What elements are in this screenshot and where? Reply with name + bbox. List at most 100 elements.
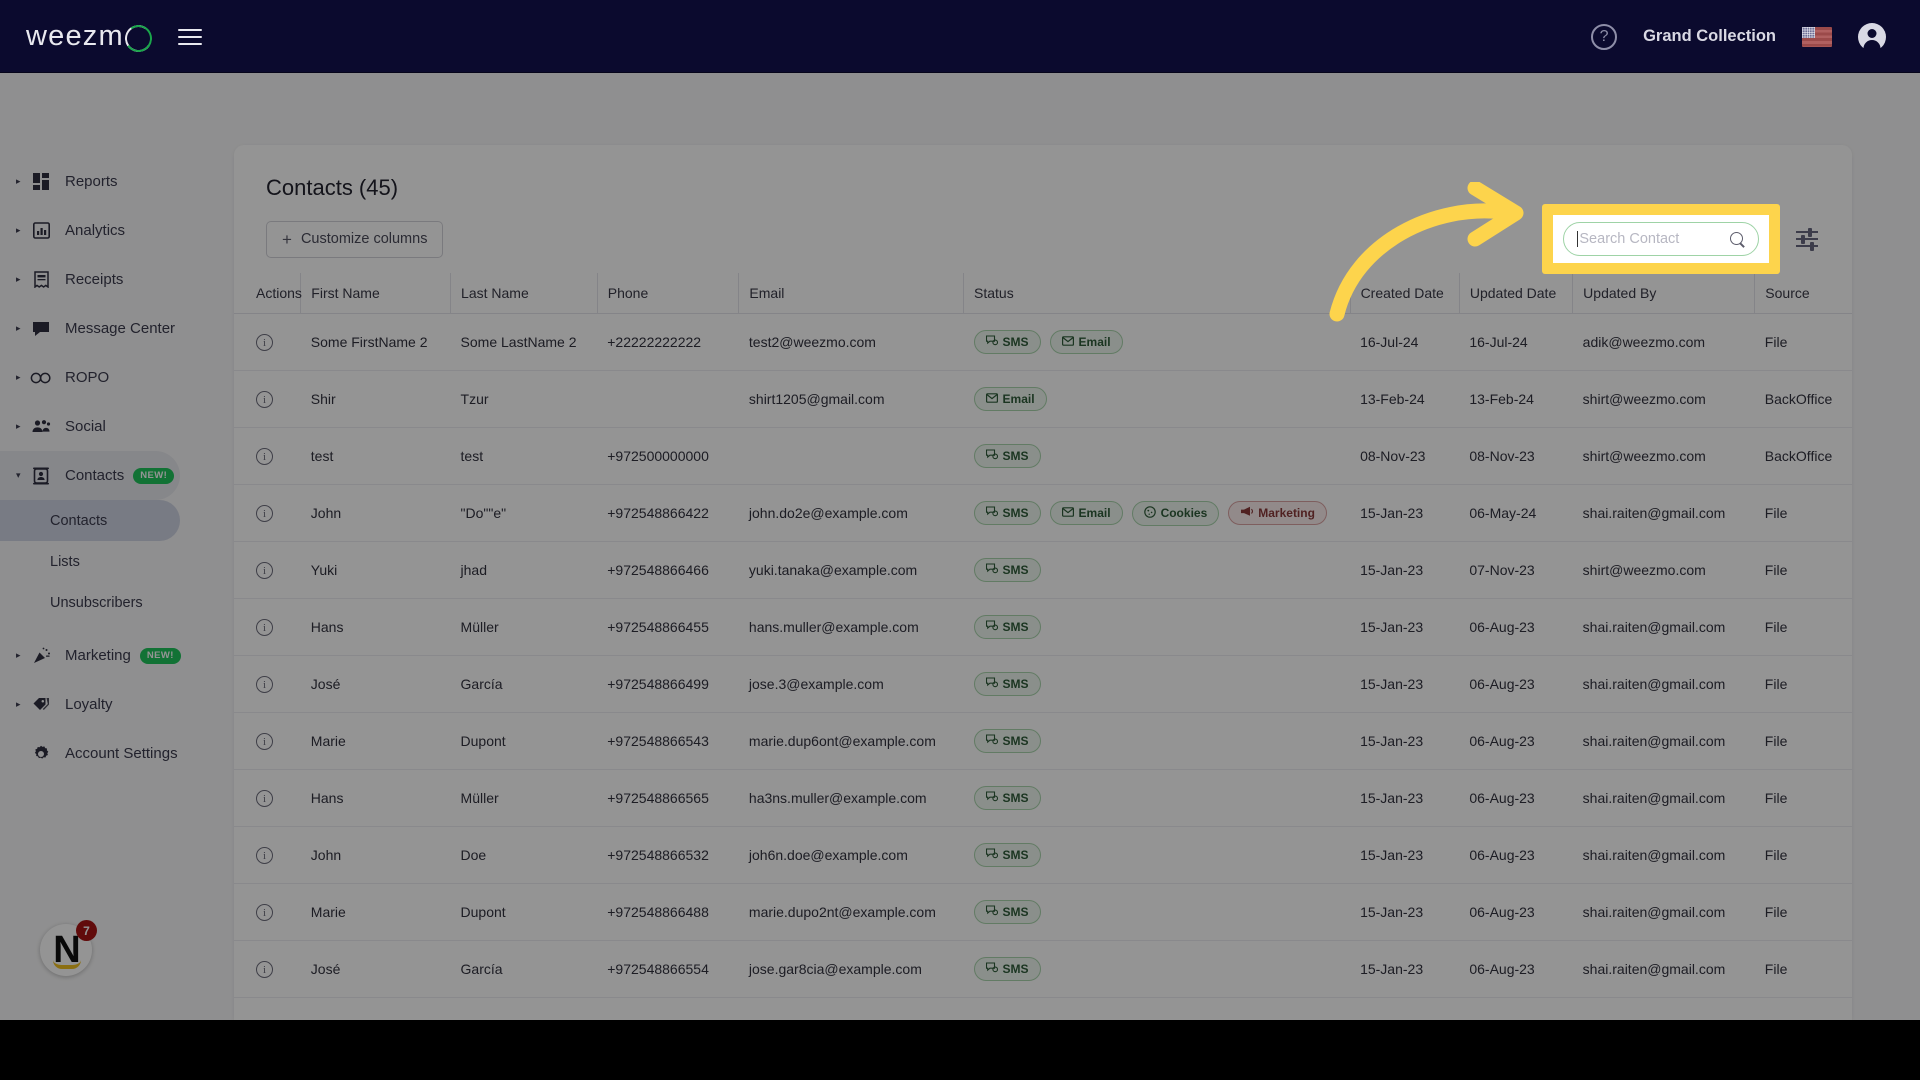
table-row[interactable]: i test test +972500000000 SMS 08-Nov-23 08-Nov… <box>234 427 1852 485</box>
cell-first-name: José <box>300 940 451 998</box>
notification-count-badge: 7 <box>76 920 97 941</box>
table-row[interactable]: i Hans Müller +972548866455 hans.muller@exam… <box>234 598 1852 656</box>
status-badge-sms: SMS <box>973 672 1041 696</box>
search-highlight-annotation: Search Contact <box>1542 204 1780 274</box>
account-avatar-icon[interactable] <box>1858 22 1886 51</box>
row-actions-cell[interactable]: i <box>234 655 301 713</box>
cell-last-name: García <box>450 940 598 998</box>
filter-sliders-icon[interactable] <box>1796 227 1820 251</box>
search-icon[interactable] <box>1730 231 1745 247</box>
sidebar-item-message-center[interactable]: ▸ Message Center <box>0 304 222 353</box>
top-bar-right-group: ? Grand Collection <box>1591 22 1886 51</box>
info-circle-icon[interactable]: i <box>256 448 273 466</box>
table-row[interactable]: i Marie Dupont +972548866543 marie.dup6ont@e… <box>234 712 1852 770</box>
notifications-widget[interactable]: N 7 <box>40 920 97 976</box>
help-circle-icon[interactable]: ? <box>1591 23 1618 50</box>
table-row[interactable]: i José García +972548866499 jose.3@example.c… <box>234 655 1852 713</box>
info-circle-icon[interactable]: i <box>256 790 273 808</box>
sidebar-item-analytics[interactable]: ▸ Analytics <box>0 206 222 255</box>
cell-updated-by: shai.raiten@gmail.com <box>1572 598 1755 656</box>
table-row[interactable]: i Some FirstName 2 Some LastName 2 +2222222… <box>234 313 1852 371</box>
sidebar-item-loyalty[interactable]: ▸ Loyalty <box>0 680 222 729</box>
account-name-label[interactable]: Grand Collection <box>1643 27 1776 46</box>
info-circle-icon[interactable]: i <box>256 847 273 865</box>
row-actions-cell[interactable]: i <box>234 940 301 998</box>
column-header-updated-date[interactable]: Updated Date <box>1459 273 1574 314</box>
new-badge: NEW! <box>139 647 181 664</box>
info-circle-icon[interactable]: i <box>256 505 273 523</box>
sms-icon <box>985 449 998 463</box>
row-actions-cell[interactable]: i <box>234 370 301 428</box>
cell-updated-by: shai.raiten@gmail.com <box>1572 484 1755 542</box>
column-header-created-date[interactable]: Created Date <box>1350 273 1460 314</box>
sidebar-item-ropo[interactable]: ▸ ROPO <box>0 353 222 402</box>
info-circle-icon[interactable]: i <box>256 334 273 352</box>
column-header-updated-by[interactable]: Updated By <box>1572 273 1756 314</box>
cell-source: File <box>1754 541 1852 599</box>
us-flag-icon[interactable] <box>1802 26 1832 47</box>
info-circle-icon[interactable]: i <box>256 619 273 637</box>
info-circle-icon[interactable]: i <box>256 961 273 979</box>
table-row[interactable]: i John Doe +972548866532 joh6n.doe@example.c… <box>234 826 1852 884</box>
row-actions-cell[interactable]: i <box>234 484 301 542</box>
column-header-first-name[interactable]: First Name <box>300 273 452 314</box>
row-actions-cell[interactable]: i <box>234 883 301 941</box>
cell-email: shirt1205@gmail.com <box>738 370 964 428</box>
table-row[interactable]: i Hans Müller +972548866565 ha3ns.muller@exa… <box>234 769 1852 827</box>
sidebar-item-contacts[interactable]: ▾ Contacts NEW! <box>0 451 180 500</box>
column-header-actions[interactable]: Actions <box>234 273 302 314</box>
table-row[interactable]: i John "Do""e" +972548866422 john.do2e@examp… <box>234 484 1852 542</box>
status-badge-email: Email <box>973 387 1047 411</box>
table-row[interactable]: i Shir Tzur shirt1205@gmail.com Email 13-Feb-… <box>234 370 1852 428</box>
receipt-icon <box>28 271 54 288</box>
sms-icon <box>985 734 998 748</box>
row-actions-cell[interactable]: i <box>234 541 301 599</box>
cell-updated-date: 06-Aug-23 <box>1459 655 1573 713</box>
cell-last-name: jhad <box>450 541 598 599</box>
customize-columns-button[interactable]: + Customize columns <box>266 220 444 258</box>
cell-email: yuki.tanaka@example.com <box>738 541 964 599</box>
sidebar-subitem-contacts[interactable]: Contacts <box>0 500 180 541</box>
info-circle-icon[interactable]: i <box>256 562 273 580</box>
sidebar-item-label: Account Settings <box>65 745 178 762</box>
row-actions-cell[interactable]: i <box>234 769 301 827</box>
cell-first-name: José <box>300 655 451 713</box>
row-actions-cell[interactable]: i <box>234 427 301 485</box>
sidebar-item-account-settings[interactable]: Account Settings <box>0 729 222 778</box>
info-circle-icon[interactable]: i <box>256 676 273 694</box>
sidebar-item-marketing[interactable]: ▸ Marketing NEW! <box>0 631 222 680</box>
sidebar-item-social[interactable]: ▸ Social <box>0 402 222 451</box>
sidebar-item-reports[interactable]: ▸ Reports <box>0 157 222 206</box>
table-row[interactable]: i Marie Dupont +972548866488 marie.dupo2nt@e… <box>234 883 1852 941</box>
cell-updated-by: shai.raiten@gmail.com <box>1572 826 1755 884</box>
sidebar-item-receipts[interactable]: ▸ Receipts <box>0 255 222 304</box>
contacts-panel: Contacts (45) + Customize columns Search… <box>234 145 1852 1020</box>
cell-first-name: Hans <box>300 598 451 656</box>
hamburger-menu-icon[interactable] <box>177 28 202 45</box>
status-badge-sms: SMS <box>973 558 1041 582</box>
cell-last-name: Some LastName 2 <box>450 313 598 371</box>
sidebar-subitem-unsubscribers[interactable]: Unsubscribers <box>0 582 222 623</box>
row-actions-cell[interactable]: i <box>234 826 301 884</box>
column-header-phone[interactable]: Phone <box>597 273 740 314</box>
row-actions-cell[interactable]: i <box>234 712 301 770</box>
row-actions-cell[interactable]: i <box>234 598 301 656</box>
cell-first-name: Marie <box>300 712 451 770</box>
new-badge: NEW! <box>133 467 175 484</box>
column-header-status[interactable]: Status <box>963 273 1351 314</box>
brand-logo[interactable]: weezm <box>26 20 148 53</box>
column-header-last-name[interactable]: Last Name <box>450 273 598 314</box>
cell-phone: +972548866422 <box>597 484 739 542</box>
column-header-source[interactable]: Source <box>1754 273 1852 314</box>
info-circle-icon[interactable]: i <box>256 391 273 409</box>
column-header-email[interactable]: Email <box>738 273 965 314</box>
search-placeholder: Search Contact <box>1579 231 1680 247</box>
toolbar-right-group: Search Contact <box>1542 204 1820 274</box>
info-circle-icon[interactable]: i <box>256 733 273 751</box>
search-input[interactable]: Search Contact <box>1563 222 1759 256</box>
table-row[interactable]: i José García +972548866554 jose.gar8cia@exa… <box>234 940 1852 998</box>
info-circle-icon[interactable]: i <box>256 904 273 922</box>
table-row[interactable]: i Yuki jhad +972548866466 yuki.tanaka@exampl… <box>234 541 1852 599</box>
sidebar-subitem-lists[interactable]: Lists <box>0 541 222 582</box>
row-actions-cell[interactable]: i <box>234 313 301 371</box>
